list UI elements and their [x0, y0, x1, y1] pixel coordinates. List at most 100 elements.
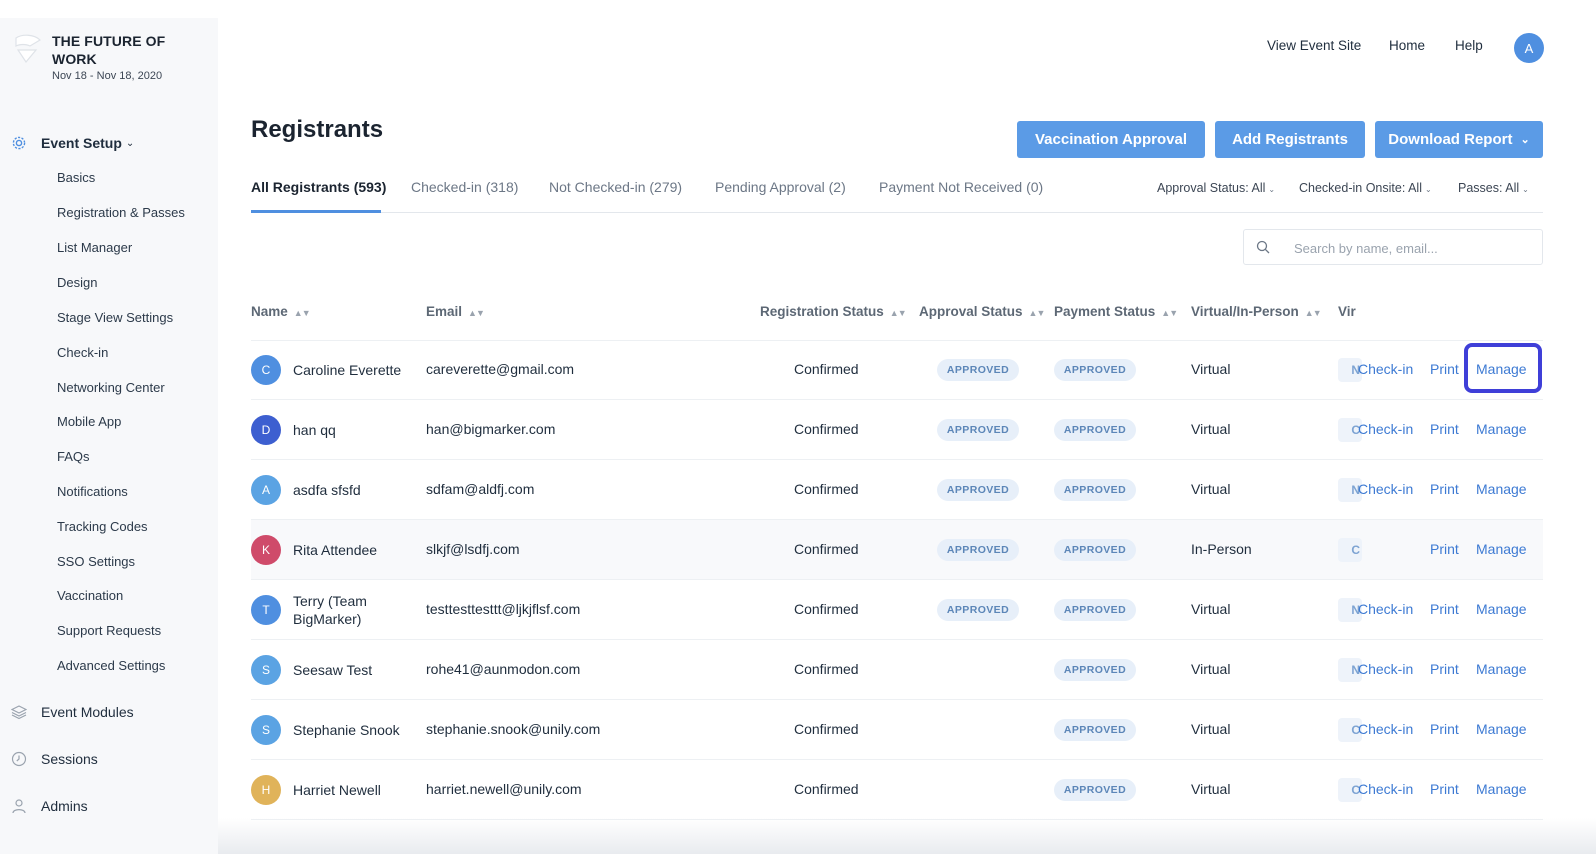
nav-admins[interactable]: Admins [10, 794, 88, 818]
check-in-link[interactable]: Check-in [1358, 781, 1413, 797]
sidebar-item-stage-view-settings[interactable]: Stage View Settings [57, 310, 173, 325]
active-tab-indicator [251, 210, 381, 213]
sort-icon: ▲▼ [889, 308, 907, 318]
manage-link[interactable]: Manage [1476, 781, 1527, 797]
table-row: K Rita Attendee slkjf@lsdfj.com Confirmed AP… [251, 520, 1543, 580]
check-in-link[interactable]: Check-in [1358, 481, 1413, 497]
manage-focus-ring [1464, 343, 1542, 393]
checked-in-onsite-filter[interactable]: Checked-in Onsite: All ⌄ [1299, 181, 1432, 195]
approval-status-filter[interactable]: Approval Status: All ⌄ [1157, 181, 1275, 195]
check-in-link[interactable]: Check-in [1358, 601, 1413, 617]
column-header-registration-status[interactable]: Registration Status ▲▼ [760, 304, 907, 319]
registrant-name-text: han qq [293, 422, 336, 438]
table-row: C Caroline Everette careverette@gmail.com C… [251, 340, 1543, 400]
sidebar-item-basics[interactable]: Basics [57, 170, 95, 185]
sidebar-item-advanced-settings[interactable]: Advanced Settings [57, 658, 165, 673]
tab-checked-in[interactable]: Checked-in (318) [411, 179, 518, 195]
print-link[interactable]: Print [1430, 721, 1459, 737]
payment-status-badge: APPROVED [1054, 479, 1136, 501]
sidebar-item-check-in[interactable]: Check-in [57, 345, 108, 360]
sidebar-item-networking-center[interactable]: Networking Center [57, 380, 165, 395]
add-registrants-button[interactable]: Add Registrants [1215, 121, 1365, 158]
registrant-name: Seesaw Test [293, 652, 403, 688]
nav-sessions[interactable]: Sessions [10, 747, 98, 771]
print-link[interactable]: Print [1430, 421, 1459, 437]
registrant-name-text: Harriet Newell [293, 782, 381, 798]
print-link[interactable]: Print [1430, 481, 1459, 497]
registrant-name-text: asdfa sfsfd [293, 482, 361, 498]
passes-filter[interactable]: Passes: All ⌄ [1458, 181, 1529, 195]
table-row: S Seesaw Test rohe41@aunmodon.com Confirmed… [251, 640, 1543, 700]
print-link[interactable]: Print [1430, 601, 1459, 617]
home-link[interactable]: Home [1389, 38, 1425, 58]
tab-payment-not-received[interactable]: Payment Not Received (0) [879, 179, 1043, 195]
sidebar-item-notifications[interactable]: Notifications [57, 484, 128, 499]
view-event-site-link[interactable]: View Event Site [1267, 38, 1361, 58]
column-header-name[interactable]: Name ▲▼ [251, 304, 311, 319]
print-link[interactable]: Print [1430, 361, 1459, 377]
registrant-name-text: Caroline Everette [293, 362, 402, 378]
payment-status-badge: APPROVED [1054, 779, 1136, 801]
nav-event-modules[interactable]: Event Modules [10, 700, 134, 724]
download-report-label: Download Report [1388, 131, 1513, 148]
column-header-email[interactable]: Email ▲▼ [426, 304, 485, 319]
registrant-name: han qq [293, 412, 403, 448]
event-brand[interactable]: THE FUTURE OF WORK Nov 18 - Nov 18, 2020 [10, 32, 210, 92]
tab-pending-approval[interactable]: Pending Approval (2) [715, 179, 846, 195]
print-link[interactable]: Print [1430, 661, 1459, 677]
column-header-payment-status[interactable]: Payment Status ▲▼ [1054, 304, 1178, 319]
sidebar-item-list-manager[interactable]: List Manager [57, 240, 132, 255]
sidebar-item-support-requests[interactable]: Support Requests [57, 623, 161, 638]
payment-status-badge: APPROVED [1054, 659, 1136, 681]
sidebar-item-vaccination[interactable]: Vaccination [57, 588, 123, 603]
print-link[interactable]: Print [1430, 541, 1459, 557]
registrant-email: rohe41@aunmodon.com [426, 661, 581, 677]
vir-cell: C [1338, 538, 1362, 562]
registration-status: Confirmed [794, 721, 859, 737]
search-input[interactable] [1294, 238, 1524, 258]
tab-all-registrants[interactable]: All Registrants (593) [251, 179, 386, 195]
table-row: Aasdfa sfsfd sdfam@aldfj.com Confirmed APPR… [251, 460, 1543, 520]
manage-link[interactable]: Manage [1476, 421, 1527, 437]
sort-icon: ▲▼ [1304, 308, 1322, 318]
registrant-email: sdfam@aldfj.com [426, 481, 535, 497]
sidebar-item-mobile-app[interactable]: Mobile App [57, 414, 121, 429]
help-link[interactable]: Help [1455, 38, 1483, 58]
manage-link[interactable]: Manage [1476, 541, 1527, 557]
search-box[interactable] [1243, 229, 1543, 265]
manage-link[interactable]: Manage [1476, 661, 1527, 677]
check-in-link[interactable]: Check-in [1358, 721, 1413, 737]
registrant-email: testtesttesttt@ljkjflsf.com [426, 601, 581, 617]
approval-status-filter-label: Approval Status: All [1157, 181, 1266, 195]
attendance-type: Virtual [1191, 781, 1231, 797]
vaccination-approval-button[interactable]: Vaccination Approval [1017, 121, 1205, 158]
nav-event-setup[interactable]: Event Setup ⌄ [10, 131, 134, 155]
sidebar-item-faqs[interactable]: FAQs [57, 449, 90, 464]
registrant-name: Harriet Newell [293, 772, 403, 808]
nav-sessions-label: Sessions [41, 751, 98, 767]
check-in-link[interactable]: Check-in [1358, 421, 1413, 437]
user-avatar[interactable]: A [1514, 33, 1544, 63]
nav-event-modules-label: Event Modules [41, 704, 134, 720]
clock-icon [10, 750, 28, 768]
manage-link[interactable]: Manage [1476, 721, 1527, 737]
column-header-approval-status[interactable]: Approval Status ▲▼ [919, 304, 1045, 319]
download-report-button[interactable]: Download Report ⌄ [1375, 121, 1543, 158]
sidebar-item-tracking-codes[interactable]: Tracking Codes [57, 519, 148, 534]
table-row: Dhan qq han@bigmarker.com Confirmed APPROVE… [251, 400, 1543, 460]
print-link[interactable]: Print [1430, 781, 1459, 797]
column-header-virtual-in-person[interactable]: Virtual/In-Person ▲▼ [1191, 304, 1322, 319]
tab-not-checked-in[interactable]: Not Checked-in (279) [549, 179, 682, 195]
check-in-link[interactable]: Check-in [1358, 661, 1413, 677]
manage-link[interactable]: Manage [1476, 601, 1527, 617]
column-header-vir[interactable]: Vir [1338, 304, 1356, 319]
sidebar-item-registration-passes[interactable]: Registration & Passes [57, 205, 185, 220]
check-in-link[interactable]: Check-in [1358, 361, 1413, 377]
event-dates: Nov 18 - Nov 18, 2020 [52, 70, 163, 82]
sidebar-item-sso-settings[interactable]: SSO Settings [57, 554, 135, 569]
chevron-down-icon: ⌄ [1522, 185, 1529, 194]
registrant-name-text: Seesaw Test [293, 662, 373, 678]
manage-link[interactable]: Manage [1476, 481, 1527, 497]
approval-status-badge: APPROVED [937, 419, 1019, 441]
sidebar-item-design[interactable]: Design [57, 275, 97, 290]
